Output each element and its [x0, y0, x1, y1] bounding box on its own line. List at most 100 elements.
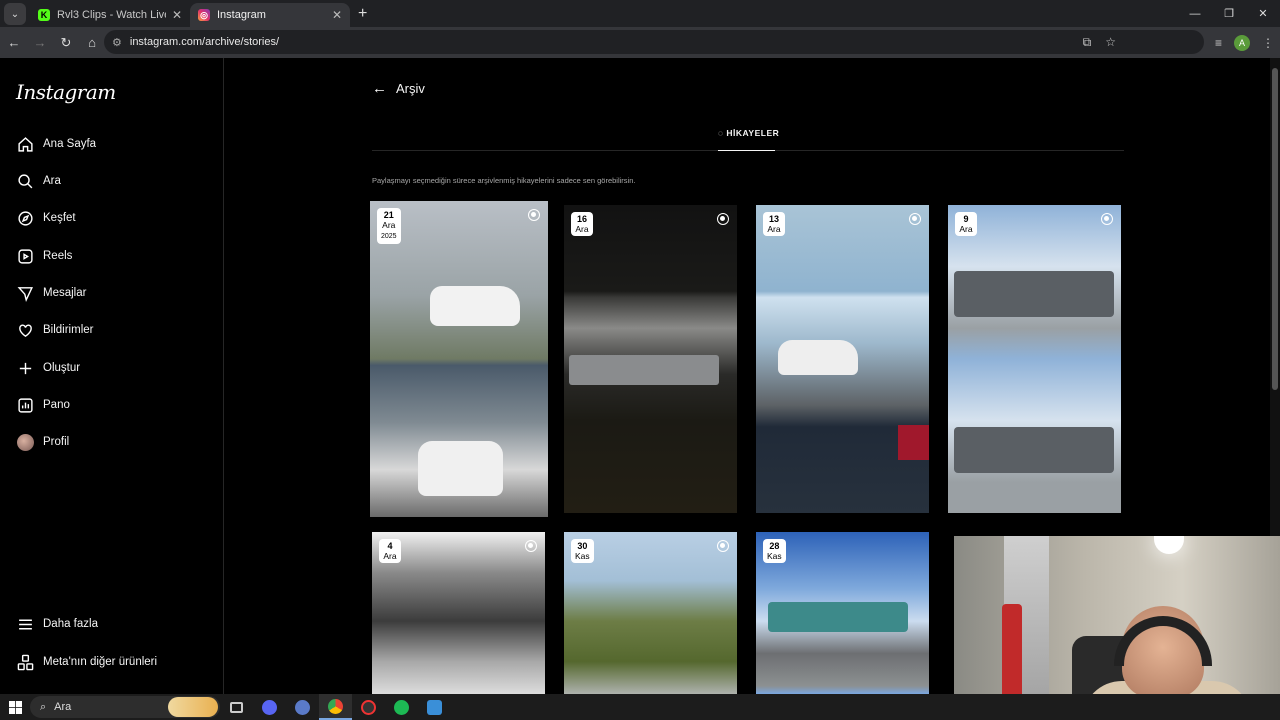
forward-icon[interactable]: →: [28, 31, 52, 55]
browser-tabbar: ⌄ K Rvl3 Clips - Watch Live on Kick ✕ ◎ …: [0, 0, 1280, 27]
highlight-select-icon[interactable]: [717, 540, 729, 552]
story-tile[interactable]: 13 Ara: [756, 205, 929, 513]
menu-kebab-icon[interactable]: ⋮: [1262, 36, 1274, 50]
heart-icon: [16, 321, 34, 339]
home-icon[interactable]: ⌂: [80, 31, 104, 55]
discord-icon[interactable]: [253, 694, 286, 720]
sidebar-item-messages[interactable]: Mesajlar: [16, 281, 86, 305]
bookmark-star-icon[interactable]: ☆: [1105, 35, 1116, 50]
reload-icon[interactable]: ↻: [54, 31, 78, 55]
story-year: 2025: [381, 233, 397, 240]
search-icon: [16, 172, 34, 190]
highlight-select-icon[interactable]: [909, 213, 921, 225]
close-window-icon[interactable]: ✕: [1246, 0, 1280, 27]
back-arrow-icon[interactable]: ←: [372, 80, 387, 97]
back-icon[interactable]: ←: [2, 31, 26, 55]
taskbar-search[interactable]: ⌕ Ara: [30, 696, 220, 718]
sidebar-item-notifications[interactable]: Bildirimler: [16, 318, 93, 342]
story-photo: [954, 427, 1114, 473]
kick-icon: K: [38, 9, 50, 21]
highlight-select-icon[interactable]: [525, 540, 537, 552]
browser-tab-instagram[interactable]: ◎ Instagram ✕: [190, 3, 350, 27]
plus-icon: [16, 359, 34, 377]
site-info-icon[interactable]: ⚙: [112, 36, 122, 49]
instagram-logo[interactable]: Instagram: [16, 80, 116, 104]
sidebar-item-label: Reels: [43, 250, 73, 262]
story-tile[interactable]: 9 Ara: [948, 205, 1121, 513]
media-control-icon[interactable]: ≡: [1215, 36, 1222, 50]
active-tab-indicator: [718, 150, 775, 151]
address-bar[interactable]: ⚙ instagram.com/archive/stories/ ⧉ ☆: [104, 30, 1204, 54]
sidebar-item-more[interactable]: Daha fazla: [16, 612, 98, 636]
story-date-badge: 9 Ara: [955, 212, 977, 236]
story-month: Ara: [575, 224, 589, 234]
sidebar-item-label: Oluştur: [43, 362, 81, 374]
app-icon[interactable]: [286, 694, 319, 720]
highlight-select-icon[interactable]: [1101, 213, 1113, 225]
story-date-badge: 16 Ara: [571, 212, 593, 236]
story-tile[interactable]: 30 Kas: [564, 532, 737, 694]
minimize-icon[interactable]: —: [1178, 0, 1212, 27]
tab-title: Instagram: [217, 9, 266, 21]
highlight-select-icon[interactable]: [528, 209, 540, 221]
url-text: instagram.com/archive/stories/: [129, 36, 280, 48]
close-tab-icon[interactable]: ✕: [332, 8, 342, 22]
sidebar-item-reels[interactable]: Reels: [16, 244, 72, 268]
windows-taskbar: ⌕ Ara: [0, 694, 1280, 720]
sidebar-item-search[interactable]: Ara: [16, 169, 61, 193]
story-month: Ara: [959, 224, 973, 234]
story-day: 21: [383, 210, 394, 220]
sidebar: Instagram Ana Sayfa Ara Keşfet Reels Mes…: [0, 58, 224, 694]
app-icon[interactable]: [418, 694, 451, 720]
story-day: 4: [387, 541, 393, 551]
story-day: 28: [769, 541, 780, 551]
taskbar-search-placeholder: Ara: [54, 701, 72, 713]
sidebar-item-home[interactable]: Ana Sayfa: [16, 132, 96, 156]
story-tile[interactable]: 21 Ara 2025: [370, 201, 548, 517]
spotify-icon[interactable]: [385, 694, 418, 720]
story-month: Ara: [767, 224, 781, 234]
meta-apps-icon: [16, 653, 34, 671]
story-tile[interactable]: 16 Ara: [564, 205, 737, 513]
send-icon: [16, 284, 34, 302]
scrollbar-thumb[interactable]: [1272, 68, 1278, 390]
sidebar-item-dashboard[interactable]: Pano: [16, 393, 70, 417]
sidebar-item-profile[interactable]: Profil: [16, 430, 69, 454]
sidebar-item-label: Pano: [43, 399, 70, 411]
install-app-icon[interactable]: ⧉: [1083, 35, 1092, 50]
app-icon[interactable]: [352, 694, 385, 720]
story-date-badge: 4 Ara: [379, 539, 401, 563]
sidebar-item-meta-apps[interactable]: Meta'nın diğer ürünleri: [16, 650, 157, 674]
tab-search-button[interactable]: ⌄: [4, 3, 26, 25]
story-tile[interactable]: 4 Ara: [372, 532, 545, 694]
story-month: Kas: [575, 551, 590, 561]
chrome-icon[interactable]: [319, 694, 352, 720]
sidebar-item-explore[interactable]: Keşfet: [16, 206, 76, 230]
window-controls: — ❐ ✕: [1178, 0, 1280, 27]
windows-start-icon[interactable]: [0, 694, 30, 720]
sidebar-item-label: Mesajlar: [43, 287, 87, 299]
close-tab-icon[interactable]: ✕: [172, 8, 182, 22]
sidebar-item-create[interactable]: Oluştur: [16, 356, 80, 380]
restore-icon[interactable]: ❐: [1212, 0, 1246, 27]
story-tile[interactable]: 28 Kas: [756, 532, 929, 694]
sidebar-item-label: Ara: [43, 175, 61, 187]
tab-stories[interactable]: ◌ HİKAYELER: [718, 128, 779, 138]
story-day: 9: [963, 214, 969, 224]
reels-icon: [16, 247, 34, 265]
tab-stories-label: HİKAYELER: [726, 128, 780, 138]
search-icon: ⌕: [40, 700, 47, 713]
new-tab-button[interactable]: +: [358, 5, 367, 23]
highlight-select-icon[interactable]: [717, 213, 729, 225]
profile-avatar[interactable]: A: [1234, 34, 1250, 51]
tab-title: Rvl3 Clips - Watch Live on Kick: [57, 9, 166, 21]
story-day: 30: [577, 541, 588, 551]
story-photo: [430, 286, 520, 326]
menu-icon: [16, 615, 34, 633]
instagram-icon: ◎: [198, 9, 210, 21]
task-view-icon[interactable]: [220, 694, 253, 720]
story-photo: [569, 355, 719, 385]
story-photo: [768, 602, 908, 632]
story-month: Kas: [767, 551, 782, 561]
browser-tab-kick[interactable]: K Rvl3 Clips - Watch Live on Kick ✕: [30, 3, 190, 27]
